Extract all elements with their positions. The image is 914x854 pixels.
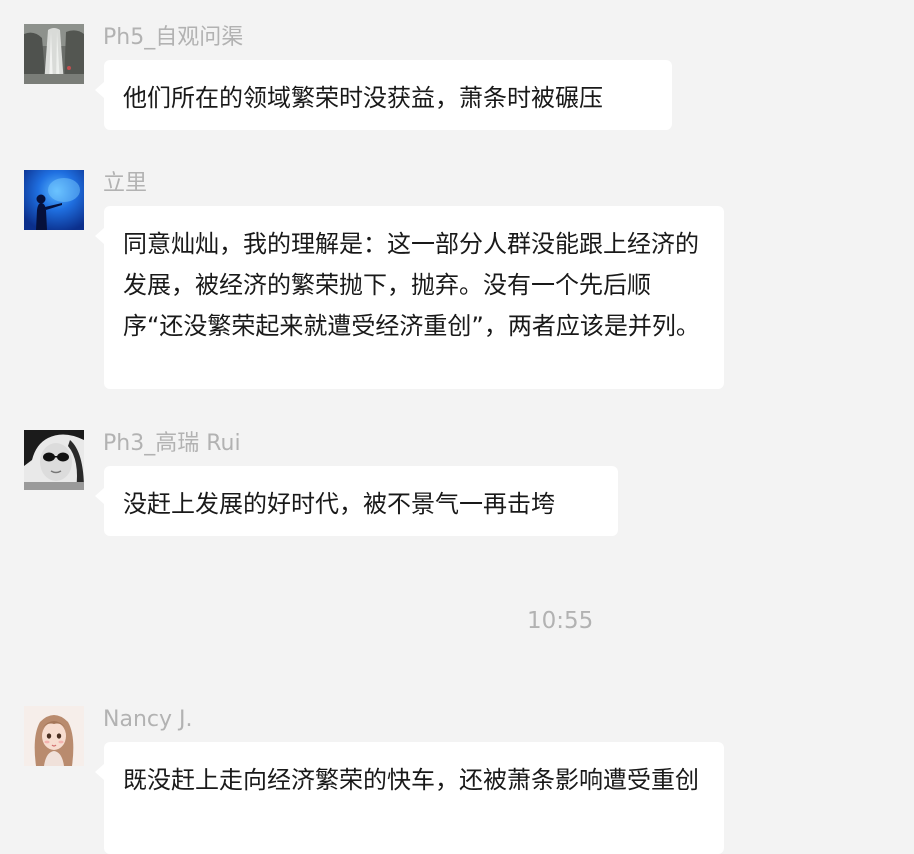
sunglasses-portrait-avatar-icon [24,430,84,490]
sender-name: Ph5_自观问渠 [103,25,244,50]
message-bubble[interactable]: 同意灿灿，我的理解是：这一部分人群没能跟上经济的发展，被经济的繁荣抛下，抛弃。没… [95,206,724,389]
blue-aquarium-silhouette-avatar-icon [24,170,84,230]
message-text: 没赶上发展的好时代，被不景气一再击垮 [123,490,555,518]
message-text: 同意灿灿，我的理解是：这一部分人群没能跟上经济的发展，被经济的繁荣抛下，抛弃。没… [123,230,700,340]
message-text: 既没赶上走向经济繁荣的快车，还被萧条影响遭受重创 [123,766,699,794]
sender-name: Nancy J. [103,707,193,732]
avatar[interactable] [24,170,84,230]
sender-name: Ph3_高瑞 Rui [103,431,241,456]
message-bubble[interactable]: 没赶上发展的好时代，被不景气一再击垮 [95,466,618,536]
message-bubble[interactable]: 既没赶上走向经济繁荣的快车，还被萧条影响遭受重创 [95,742,724,854]
avatar[interactable] [24,706,84,766]
avatar[interactable] [24,24,84,84]
message-timestamp: 10:55 [527,608,594,634]
cartoon-girl-avatar-icon [24,706,84,766]
sender-name: 立里 [103,171,148,196]
message-bubble[interactable]: 他们所在的领域繁荣时没获益，萧条时被碾压 [95,60,672,130]
avatar[interactable] [24,430,84,490]
waterfall-photo-avatar-icon [24,24,84,84]
message-text: 他们所在的领域繁荣时没获益，萧条时被碾压 [123,84,603,112]
